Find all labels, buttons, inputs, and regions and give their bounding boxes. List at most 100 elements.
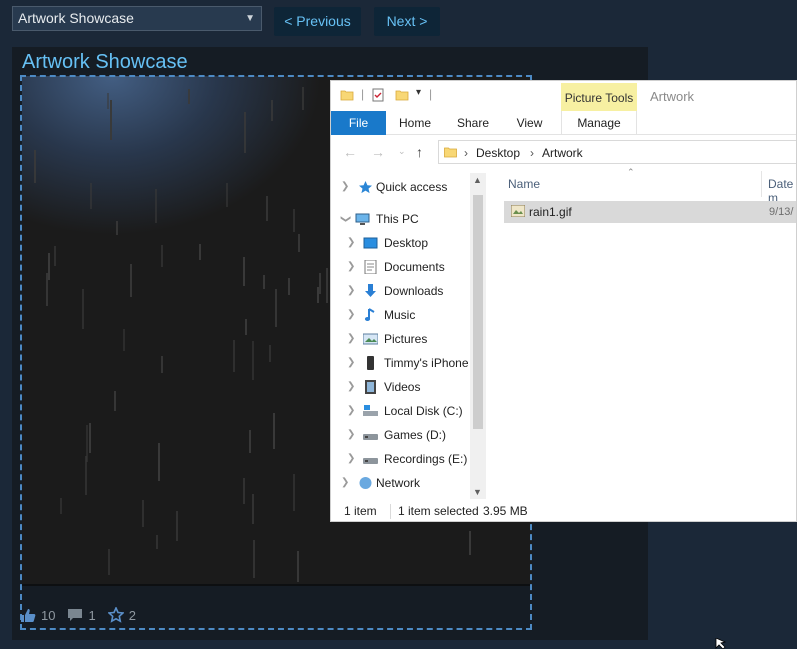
nav-label: Pictures: [384, 332, 428, 346]
chevron-down-icon[interactable]: ❯: [334, 215, 356, 223]
comments-stat[interactable]: 1: [67, 607, 96, 623]
file-date: 9/13/: [769, 206, 794, 218]
rain-streak: [275, 289, 277, 327]
rain-streak: [34, 150, 36, 183]
tab-share[interactable]: Share: [449, 111, 497, 135]
rain-streak: [110, 100, 112, 140]
nav-games-drive[interactable]: ❯ Games (D:): [331, 424, 481, 446]
chevron-right-icon[interactable]: ❯: [347, 400, 355, 422]
chevron-right-icon[interactable]: ❯: [347, 232, 355, 254]
rain-streak: [86, 425, 88, 462]
new-folder-icon[interactable]: [395, 88, 409, 102]
nav-network[interactable]: ❯ Network: [331, 472, 481, 494]
toolbar-separator: |: [361, 87, 365, 101]
rain-streak: [156, 535, 158, 549]
address-box[interactable]: › Desktop › Artwork: [438, 140, 796, 164]
nav-downloads[interactable]: ❯ Downloads: [331, 280, 481, 302]
gif-file-icon: [511, 205, 525, 217]
nav-desktop[interactable]: ❯ Desktop: [331, 232, 481, 254]
nav-pictures[interactable]: ❯ Pictures: [331, 328, 481, 350]
rain-streak: [188, 89, 190, 104]
scroll-down-icon[interactable]: ▼: [473, 487, 482, 497]
nav-scrollbar[interactable]: ▲ ▼: [470, 173, 486, 499]
file-row[interactable]: rain1.gif 9/13/: [504, 201, 796, 223]
tab-manage[interactable]: Manage: [561, 111, 637, 135]
rain-streak: [252, 494, 254, 524]
nav-label: This PC: [376, 212, 419, 226]
chevron-right-icon[interactable]: ❯: [341, 472, 349, 494]
window-title: Artwork: [650, 89, 695, 104]
chevron-right-icon[interactable]: ❯: [347, 352, 355, 374]
chevron-right-icon[interactable]: ❯: [347, 448, 355, 470]
next-button[interactable]: Next >: [374, 7, 440, 36]
nav-this-pc[interactable]: ❯ This PC: [331, 208, 481, 230]
ribbon-tabs: File Home Share View Manage: [331, 111, 796, 135]
file-name: rain1.gif: [529, 205, 572, 219]
nav-recordings-drive[interactable]: ❯ Recordings (E:): [331, 448, 481, 470]
comments-count: 1: [88, 607, 96, 623]
rain-streak: [253, 540, 255, 578]
chevron-right-icon[interactable]: ❯: [347, 280, 355, 302]
drive-icon: [363, 458, 378, 464]
chevron-right-icon[interactable]: ❯: [347, 304, 355, 326]
rain-streak: [297, 551, 299, 582]
previous-button[interactable]: < Previous: [274, 7, 361, 36]
nav-label: Desktop: [384, 236, 429, 250]
nav-label: Downloads: [384, 284, 444, 298]
breadcrumb-separator-icon: ›: [530, 146, 534, 160]
rain-streak: [48, 253, 50, 280]
rain-streak: [288, 278, 290, 295]
chevron-right-icon[interactable]: ❯: [347, 256, 355, 278]
tab-home[interactable]: Home: [391, 111, 439, 135]
rain-streak: [116, 221, 118, 235]
nav-quick-access[interactable]: ❯ Quick access: [331, 176, 481, 198]
address-bar-row: ← → ⌄ ↑ › Desktop › Artwork: [331, 136, 796, 168]
showcase-select[interactable]: Artwork Showcase ▼: [12, 6, 262, 31]
navigation-pane: ❯ Quick access ❯ This PC ❯ Desktop ❯ Doc…: [331, 171, 486, 501]
rain-streak: [89, 423, 91, 453]
chevron-right-icon[interactable]: ❯: [347, 328, 355, 350]
nav-videos[interactable]: ❯ Videos: [331, 376, 481, 398]
breadcrumb-desktop[interactable]: Desktop: [476, 146, 520, 160]
up-icon[interactable]: ↑: [416, 144, 423, 160]
rain-streak: [90, 183, 92, 209]
scroll-up-icon[interactable]: ▲: [473, 175, 482, 185]
nav-music[interactable]: ❯ Music: [331, 304, 481, 326]
scrollbar-thumb[interactable]: [473, 195, 483, 429]
recent-locations-icon[interactable]: ⌄: [398, 146, 406, 157]
tab-view[interactable]: View: [507, 111, 552, 135]
rain-streak: [326, 268, 328, 303]
rain-streak: [317, 287, 319, 303]
file-explorer-window[interactable]: | ▾ | Picture Tools Artwork File Home Sh…: [330, 80, 797, 522]
likes-stat[interactable]: 10: [20, 608, 55, 623]
nav-documents[interactable]: ❯ Documents: [331, 256, 481, 278]
column-header-name[interactable]: Name: [508, 177, 540, 191]
rain-streak: [107, 93, 109, 109]
properties-icon[interactable]: [371, 88, 385, 102]
tab-file[interactable]: File: [331, 111, 386, 135]
rain-streak: [199, 244, 201, 260]
rain-streak: [82, 289, 84, 329]
rain-streak: [469, 531, 471, 555]
computer-icon: [355, 213, 370, 225]
thumbs-up-icon: [21, 608, 36, 622]
back-icon[interactable]: ←: [343, 144, 357, 160]
rain-streak: [130, 264, 132, 297]
awards-stat[interactable]: 2: [107, 607, 136, 623]
chevron-right-icon[interactable]: ❯: [341, 176, 349, 198]
rain-streak: [319, 273, 321, 294]
rain-streak: [266, 196, 268, 221]
selection-size: 3.95 MB: [483, 504, 528, 518]
nav-label: Music: [384, 308, 416, 322]
column-separator[interactable]: [761, 171, 762, 197]
breadcrumb-artwork[interactable]: Artwork: [542, 146, 583, 160]
nav-local-disk[interactable]: ❯ Local Disk (C:): [331, 400, 481, 422]
rain-streak: [263, 275, 265, 289]
forward-icon[interactable]: →: [371, 144, 385, 160]
nav-iphone[interactable]: ❯ Timmy's iPhone: [331, 352, 481, 374]
chevron-right-icon[interactable]: ❯: [347, 424, 355, 446]
customize-toolbar-icon[interactable]: ▾: [416, 87, 421, 98]
chevron-right-icon[interactable]: ❯: [347, 376, 355, 398]
local-disk-icon: [363, 405, 378, 416]
folder-icon[interactable]: [340, 88, 354, 102]
